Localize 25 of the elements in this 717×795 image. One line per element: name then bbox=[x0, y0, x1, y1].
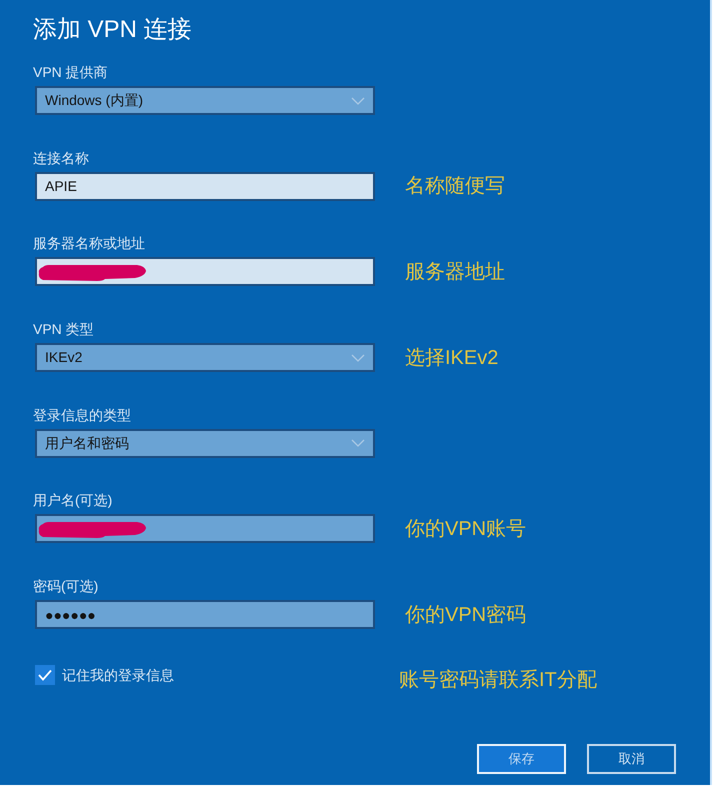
field-label: 服务器名称或地址 bbox=[33, 234, 145, 252]
dropdown[interactable]: IKEv2 bbox=[35, 343, 375, 372]
chevron-down-icon bbox=[351, 439, 365, 448]
annotation-text: 选择IKEv2 bbox=[405, 346, 498, 371]
field-label: 登录信息的类型 bbox=[33, 406, 131, 424]
annotation-text: 名称随便写 bbox=[405, 174, 505, 200]
field-label: 用户名(可选) bbox=[33, 491, 112, 510]
annotation-text: 你的VPN密码 bbox=[405, 602, 526, 628]
text-field[interactable]: ●●●●●● bbox=[35, 600, 375, 630]
text-field[interactable]: APIE bbox=[35, 172, 375, 201]
annotation-text: 你的VPN账号 bbox=[405, 516, 526, 542]
dialog-title: 添加 VPN 连接 bbox=[33, 15, 192, 45]
annotation-text: 账号密码请联系IT分配 bbox=[399, 668, 597, 694]
field-label: 连接名称 bbox=[33, 148, 89, 167]
field-label: VPN 提供商 bbox=[33, 63, 108, 81]
checkbox-label: 记住我的登录信息 bbox=[62, 666, 174, 685]
chevron-down-icon bbox=[351, 96, 365, 104]
field-label: 密码(可选) bbox=[33, 577, 98, 596]
chevron-down-icon bbox=[351, 354, 365, 362]
field-label: VPN 类型 bbox=[33, 320, 94, 338]
dropdown[interactable]: 用户名和密码 bbox=[35, 428, 375, 458]
checkbox[interactable] bbox=[35, 665, 55, 686]
annotation-text: 服务器地址 bbox=[405, 260, 505, 285]
cancel-button[interactable]: 取消 bbox=[587, 744, 676, 774]
dropdown[interactable]: Windows (内置) bbox=[35, 86, 375, 115]
